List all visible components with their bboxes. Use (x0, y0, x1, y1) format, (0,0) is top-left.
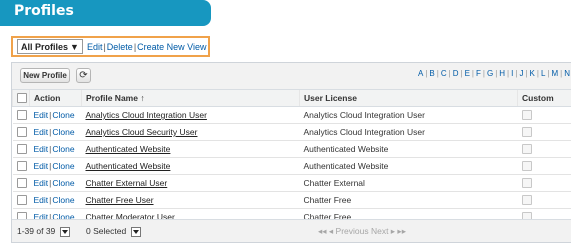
view-selector: All Profiles ▼ Edit|Delete|Create New Vi… (11, 36, 210, 57)
clone-link[interactable]: Clone (52, 127, 74, 137)
alpha-g[interactable]: G (487, 69, 493, 78)
row-checkbox[interactable] (16, 161, 27, 172)
action-header: Action (29, 89, 82, 107)
list-footer: 1-39 of 39 0 Selected ◂◂ ◂ Previous Next… (12, 219, 571, 242)
view-select-value: All Profiles (21, 41, 69, 52)
list-toolbar: New Profile ⟳ A | B | C | D | E | F | G | H | I | J | K | L | M |… (12, 63, 571, 89)
create-new-view-link[interactable]: Create New View (137, 42, 206, 52)
clone-link[interactable]: Clone (52, 195, 74, 205)
selection-dropdown-icon[interactable] (130, 226, 141, 237)
row-checkbox[interactable] (16, 195, 27, 206)
table-row: Edit|Clone Chatter External User Chatter… (12, 174, 571, 192)
select-all-header (12, 89, 30, 107)
custom-header[interactable]: Custom (517, 89, 571, 107)
alpha-a[interactable]: A (418, 69, 423, 78)
edit-link[interactable]: Edit (34, 127, 49, 137)
user-license-cell: Authenticated Website (299, 157, 518, 175)
clone-link[interactable]: Clone (52, 110, 74, 120)
row-checkbox[interactable] (16, 127, 27, 138)
user-license-cell: Authenticated Website (299, 140, 518, 158)
profile-name-header[interactable]: Profile Name ↑ (81, 89, 300, 107)
user-license-cell: Chatter Free (299, 191, 518, 209)
clone-link[interactable]: Clone (52, 144, 74, 154)
edit-link[interactable]: Edit (34, 110, 49, 120)
table-header-row: Action Profile Name ↑ User License Custo… (12, 89, 571, 107)
alpha-f[interactable]: F (476, 69, 481, 78)
custom-checkbox (521, 161, 532, 172)
alpha-j[interactable]: J (519, 69, 523, 78)
page-size-dropdown-icon[interactable] (59, 226, 70, 237)
profile-name-link[interactable]: Analytics Cloud Integration User (86, 110, 207, 120)
selected-count: 0 Selected (86, 226, 141, 237)
alpha-k[interactable]: K (530, 69, 535, 78)
custom-checkbox (521, 110, 532, 121)
custom-checkbox (521, 178, 532, 189)
user-license-header[interactable]: User License (299, 89, 518, 107)
page-title: Profiles (14, 3, 74, 19)
custom-checkbox (521, 195, 532, 206)
row-checkbox[interactable] (16, 110, 27, 121)
edit-link[interactable]: Edit (34, 195, 49, 205)
refresh-icon[interactable]: ⟳ (76, 68, 91, 83)
alpha-i[interactable]: I (511, 69, 513, 78)
page-header: Profiles (0, 0, 211, 26)
record-range: 1-39 of 39 (17, 226, 70, 237)
view-links: Edit|Delete|Create New View (86, 41, 207, 52)
custom-checkbox (521, 127, 532, 138)
dropdown-arrow-icon: ▼ (70, 41, 79, 52)
profile-name-link[interactable]: Authenticated Website (86, 144, 171, 154)
user-license-cell: Chatter External (299, 174, 518, 192)
pagination[interactable]: ◂◂ ◂ Previous Next ▸ ▸▸ (318, 226, 406, 237)
alpha-c[interactable]: C (441, 69, 447, 78)
profile-name-link[interactable]: Chatter Free User (86, 195, 154, 205)
edit-view-link[interactable]: Edit (87, 42, 103, 52)
profile-name-link[interactable]: Authenticated Website (86, 161, 171, 171)
alphabet-filter: A | B | C | D | E | F | G | H | I | J | K | L | M | N (418, 69, 570, 78)
alpha-d[interactable]: D (453, 69, 459, 78)
table-row: Edit|Clone Chatter Free User Chatter Fre… (12, 191, 571, 209)
table-row: Edit|Clone Authenticated Website Authent… (12, 140, 571, 158)
profile-name-link[interactable]: Chatter External User (86, 178, 168, 188)
record-range-text: 1-39 of 39 (17, 226, 56, 236)
delete-view-link[interactable]: Delete (107, 42, 133, 52)
table-row: Edit|Clone Analytics Cloud Integration U… (12, 106, 571, 124)
clone-link[interactable]: Clone (52, 161, 74, 171)
custom-checkbox (521, 144, 532, 155)
alpha-b[interactable]: B (429, 69, 434, 78)
alpha-m[interactable]: M (551, 69, 558, 78)
new-profile-button[interactable]: New Profile (20, 68, 70, 83)
alpha-e[interactable]: E (465, 69, 470, 78)
alpha-h[interactable]: H (499, 69, 505, 78)
edit-link[interactable]: Edit (34, 178, 49, 188)
profiles-list-panel: New Profile ⟳ A | B | C | D | E | F | G | H | I | J | K | L | M |… (11, 62, 571, 243)
edit-link[interactable]: Edit (34, 161, 49, 171)
alpha-n[interactable]: N (564, 69, 570, 78)
user-license-cell: Analytics Cloud Integration User (299, 106, 518, 124)
selected-count-text: 0 Selected (86, 226, 127, 236)
user-license-cell: Analytics Cloud Integration User (299, 123, 518, 141)
profile-name-link[interactable]: Analytics Cloud Security User (86, 127, 198, 137)
view-select-dropdown[interactable]: All Profiles ▼ (17, 39, 83, 54)
table-row: Edit|Clone Analytics Cloud Security User… (12, 123, 571, 141)
profiles-table: Action Profile Name ↑ User License Custo… (12, 89, 571, 226)
clone-link[interactable]: Clone (52, 178, 74, 188)
alpha-l[interactable]: L (541, 69, 545, 78)
row-checkbox[interactable] (16, 178, 27, 189)
row-checkbox[interactable] (16, 144, 27, 155)
select-all-checkbox[interactable] (17, 93, 27, 104)
edit-link[interactable]: Edit (34, 144, 49, 154)
table-row: Edit|Clone Authenticated Website Authent… (12, 157, 571, 175)
